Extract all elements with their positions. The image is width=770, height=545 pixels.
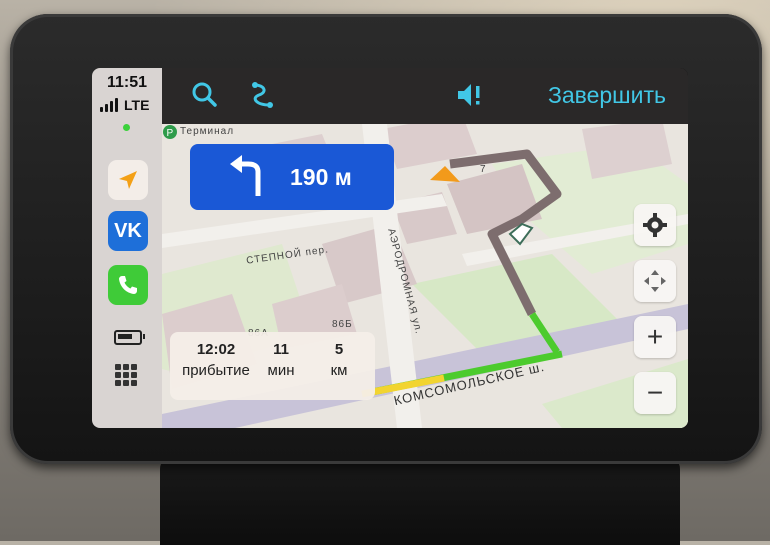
navigation-map[interactable]: P Терминал СТЕПНОЙ пер. АЭРОДРОМНАЯ ул. …	[162, 124, 688, 428]
grid-dot	[123, 372, 129, 378]
settings-button[interactable]	[634, 204, 676, 246]
maneuver-distance: 190 м	[290, 164, 352, 190]
route-overview-button[interactable]	[246, 78, 280, 112]
grid-dot	[131, 372, 137, 378]
gear-icon	[643, 213, 667, 237]
grid-dot	[131, 364, 137, 370]
remaining-info: 5 км	[314, 341, 364, 379]
finish-route-button[interactable]: Завершить	[548, 82, 666, 109]
arrival-info: 12:02 прибытие	[176, 341, 256, 379]
phone-icon	[119, 276, 137, 294]
grid-dot	[131, 380, 137, 386]
carplay-dock: 11:51 LTE VK	[92, 68, 162, 428]
grid-dot	[115, 372, 121, 378]
pan-button[interactable]	[634, 260, 676, 302]
phone-app-button[interactable]	[108, 265, 148, 305]
sound-button[interactable]	[454, 78, 488, 112]
app-grid-button[interactable]	[115, 364, 137, 386]
duration-info: 11 мин	[256, 341, 306, 379]
navigation-arrow-icon	[119, 171, 137, 189]
signal-bar	[115, 98, 118, 112]
vk-app-button[interactable]: VK	[108, 211, 148, 251]
turn-left-icon	[230, 155, 261, 196]
arrival-label: прибытие	[182, 362, 250, 379]
remaining-value: 5	[334, 341, 344, 358]
status-time: 11:51	[106, 74, 148, 91]
battery-icon	[114, 330, 145, 345]
grid-dot	[123, 380, 129, 386]
signal-bar	[100, 107, 103, 112]
carplay-screen: 11:51 LTE VK Завершить P Терминал СТЕПНО…	[92, 68, 688, 428]
minus-icon: −	[646, 377, 664, 408]
poi-label: Терминал	[180, 126, 235, 137]
vk-logo-icon: VK	[114, 219, 142, 242]
svg-text:P: P	[167, 128, 174, 139]
plus-icon: +	[646, 321, 664, 352]
zoom-in-button[interactable]: +	[634, 316, 676, 358]
duration-label: мин	[267, 362, 295, 379]
battery-level	[118, 334, 132, 339]
remaining-label: км	[330, 362, 348, 379]
grid-dot	[115, 380, 121, 386]
maneuver-card[interactable]: 190 м	[190, 144, 394, 210]
signal-indicator: LTE	[100, 96, 149, 112]
network-type: LTE	[124, 97, 150, 113]
building-number: 7	[480, 164, 487, 175]
active-app-indicator	[123, 124, 130, 131]
trip-info-card[interactable]: 12:02 прибытие 11 мин 5 км	[170, 332, 375, 400]
mount-stand	[160, 455, 680, 545]
signal-bar	[105, 104, 108, 112]
grid-dot	[123, 364, 129, 370]
pan-arrows-icon	[644, 270, 666, 292]
route-icon	[252, 82, 273, 108]
navigation-toolbar: Завершить	[162, 68, 688, 124]
grid-dot	[115, 364, 121, 370]
sound-alert-icon	[458, 84, 480, 106]
zoom-out-button[interactable]: −	[634, 372, 676, 414]
duration-value: 11	[273, 341, 289, 358]
head-unit-bezel: 11:51 LTE VK Завершить P Терминал СТЕПНО…	[10, 14, 762, 464]
building-number: 86Б	[332, 319, 353, 330]
arrival-time: 12:02	[196, 341, 236, 358]
search-icon	[192, 82, 217, 107]
search-button[interactable]	[188, 78, 222, 112]
navigator-app-button[interactable]	[108, 160, 148, 200]
signal-bar	[110, 101, 113, 112]
